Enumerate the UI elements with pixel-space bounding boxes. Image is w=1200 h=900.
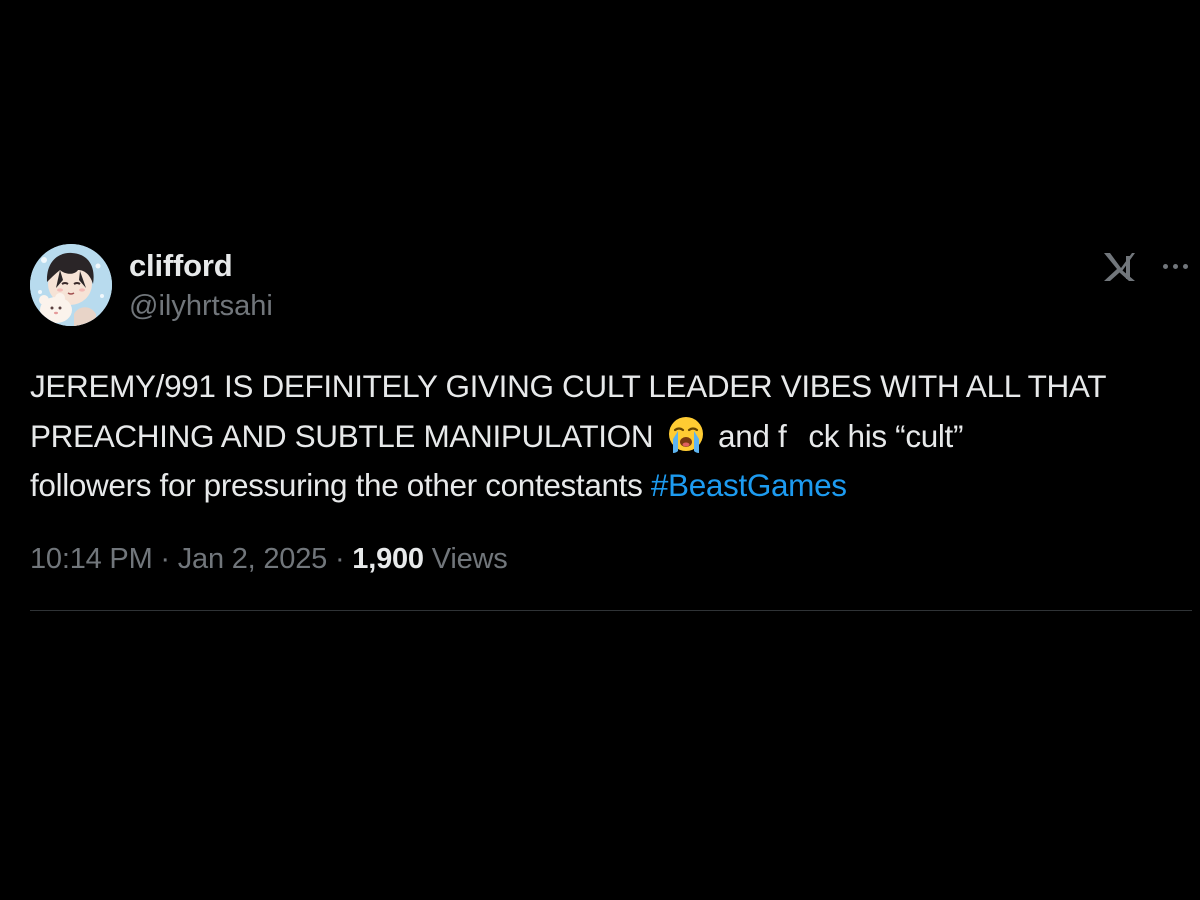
tweet-text-line-3: followers for pressuring the other conte… — [30, 461, 1192, 511]
loudly-crying-face-icon — [668, 416, 703, 453]
author-names: clifford @ilyhrtsahi — [129, 246, 273, 326]
header-actions — [1101, 248, 1192, 284]
more-options-icon[interactable] — [1163, 248, 1192, 284]
more-dot — [1183, 263, 1188, 269]
avatar-image — [30, 244, 112, 326]
tweet-meta: 10:14 PM · Jan 2, 2025 · 1,900 Views — [30, 539, 1192, 579]
user-handle[interactable]: @ilyhrtsahi — [129, 286, 273, 326]
views-count: 1,900 — [352, 542, 424, 575]
display-name[interactable]: clifford — [129, 246, 273, 286]
meta-separator: · — [334, 542, 345, 575]
hashtag-link[interactable]: #BeastGames — [651, 467, 847, 503]
tweet-text: JEREMY/991 IS DEFINITELY GIVING CULT LEA… — [30, 362, 1192, 511]
more-dot — [1163, 263, 1168, 269]
more-dot — [1173, 263, 1178, 269]
tweet-text-line-2: PREACHING AND SUBTLE MANIPULATION and f c… — [30, 412, 1192, 462]
tweet-text-line-1: JEREMY/991 IS DEFINITELY GIVING CULT LEA… — [30, 368, 1107, 404]
tweet-text-segment: PREACHING AND SUBTLE MANIPULATION — [30, 417, 654, 454]
x-logo-icon[interactable] — [1101, 248, 1137, 284]
tweet-card: clifford @ilyhrtsahi JEREMY/991 IS DEFIN… — [30, 244, 1192, 579]
tweet-text-segment: ck his “cult” — [808, 417, 964, 454]
tweet-time[interactable]: 10:14 PM — [30, 543, 153, 575]
tweet-text-segment: and f — [718, 417, 787, 454]
divider — [30, 610, 1192, 611]
tweet-date[interactable]: Jan 2, 2025 — [178, 543, 328, 575]
tweet-header: clifford @ilyhrtsahi — [30, 244, 1192, 328]
tweet-text-segment: followers for pressuring the other conte… — [30, 467, 643, 503]
avatar[interactable] — [30, 244, 112, 326]
meta-separator: · — [160, 542, 170, 575]
views-label: Views — [431, 542, 508, 575]
